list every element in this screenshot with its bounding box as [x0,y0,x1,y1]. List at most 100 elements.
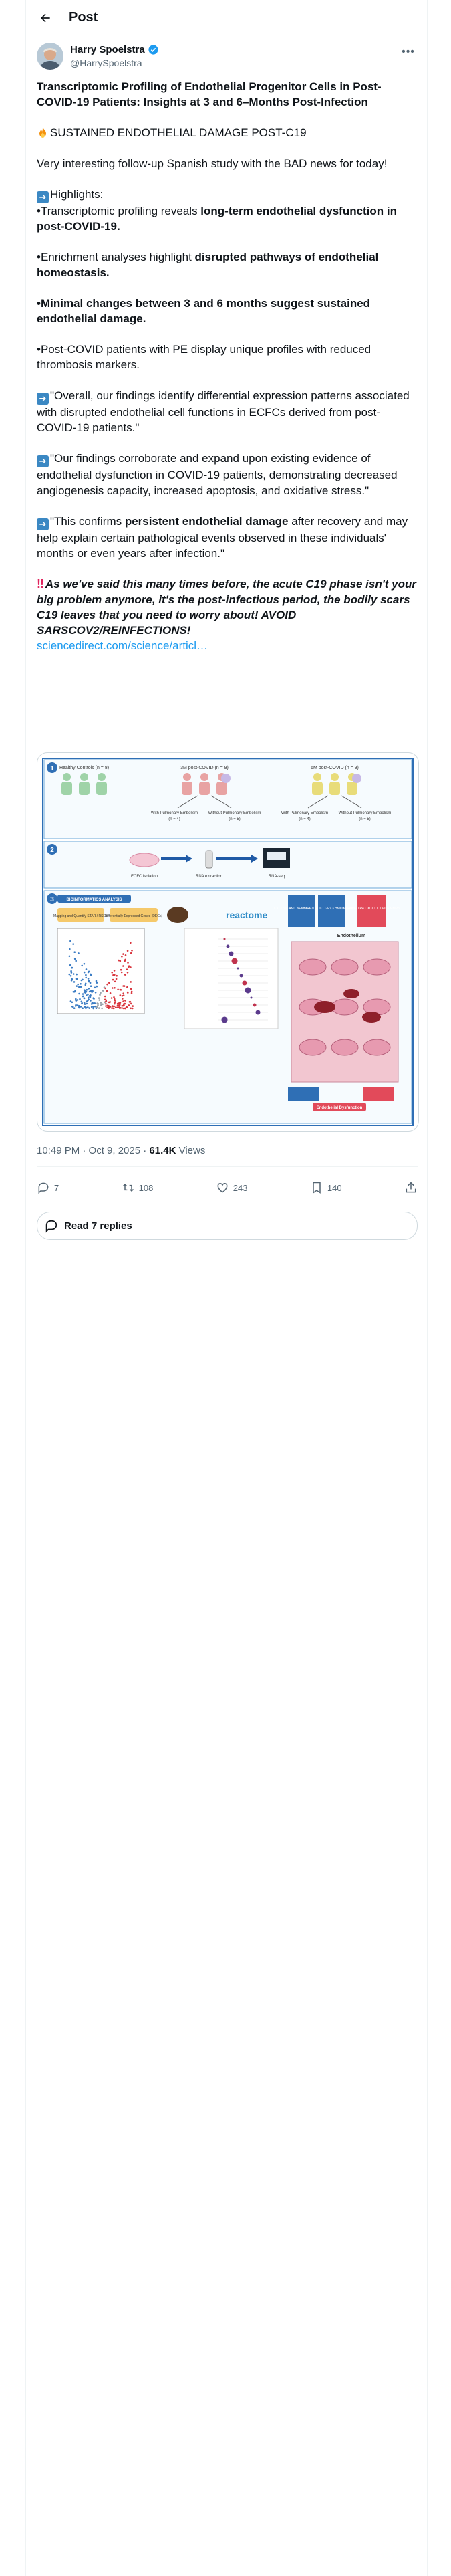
volcano-point [126,1006,128,1008]
volcano-point [83,997,86,1000]
verified-badge-icon [148,45,158,55]
endothelial-cell [363,958,391,976]
volcano-point [100,992,102,994]
volcano-point [100,1004,102,1006]
volcano-point [71,966,73,969]
volcano-point [124,958,126,961]
volcano-point [87,978,90,980]
dot-point [255,1010,261,1015]
repost-icon [122,1183,134,1192]
author-handle[interactable]: @HarrySpoelstra [70,58,142,68]
volcano-point [72,943,74,945]
read-replies-button[interactable]: Read 7 replies [37,1212,418,1240]
volcano-point [68,955,71,958]
gene-box-3: VCAM1 TLR4 CXCL1 IL1A IL6 MMP3 [343,907,400,911]
volcano-point [80,983,82,985]
volcano-point [88,970,90,973]
volcano-point [69,940,71,942]
person-head [80,773,88,781]
volcano-point [106,1006,108,1008]
volcano-point [87,993,89,996]
highlight-2: •Enrichment analyses highlight disrupted… [37,249,418,280]
volcano-point [77,983,79,986]
volcano-point [122,1000,124,1002]
like-button[interactable]: 243 [216,1181,248,1194]
volcano-point [114,980,116,983]
more-options-icon[interactable]: ••• [399,45,418,59]
tweet-tag-line: SUSTAINED ENDOTHELIAL DAMAGE POST-C19 [37,125,418,140]
volcano-point [112,987,114,989]
person-body [312,782,323,795]
volcano-point [76,973,78,976]
volcano-point [119,1004,121,1006]
volcano-point [122,1004,124,1007]
step-label: RNA-seq [269,875,285,879]
dot-point [242,980,247,986]
volcano-point [81,964,83,967]
author-name[interactable]: Harry Spoelstra [70,44,145,56]
volcano-point [93,998,95,1000]
endothelium-label: Endothelium [337,934,365,938]
arrow-right-emoji-icon: ➔ [37,393,49,405]
volcano-point [121,956,123,958]
volcano-point [82,995,84,998]
person-body [182,782,192,795]
volcano-point [124,1007,126,1010]
views-label: Views [176,1145,206,1156]
article-link[interactable]: sciencedirect.com/science/articl… [37,639,208,652]
volcano-point [120,989,122,991]
divider [37,1166,418,1167]
endothelial-cell [299,958,327,976]
volcano-point [82,993,84,995]
branch-count: (n = 4) [168,817,180,821]
volcano-point [109,1001,111,1003]
highlights-label: Highlights: [50,188,104,201]
warning-paragraph: ‼ As we've said this many times before, t… [37,576,418,653]
share-button[interactable] [404,1181,418,1194]
panel-3-number: 3 [50,896,54,903]
person-body [329,782,340,795]
tweet-timestamp[interactable]: 10:49 PM · Oct 9, 2025 · [37,1145,149,1156]
endothelium-illustration [299,958,391,1056]
highlights-block: ➔ Highlights: •Transcriptomic profiling r… [37,187,418,234]
volcano-point [88,995,91,997]
dot-point [223,938,226,940]
volcano-point [78,1006,80,1009]
person-head [98,773,106,781]
volcano-point [128,966,130,968]
red-blood-cell [314,1001,335,1013]
person-head [313,773,321,781]
volcano-point [94,1005,96,1008]
dot-point [250,996,253,999]
reply-button[interactable]: 7 [37,1181,59,1194]
volcano-point [82,1007,84,1009]
dot-point [229,951,234,956]
volcano-point [90,1000,92,1002]
figure-image[interactable]: 1 Healthy Controls (n = 8) 3M post-COVID… [37,752,419,1132]
volcano-point [88,988,90,990]
quote-2: ➔ "Our findings corroborate and expand up… [37,451,418,498]
volcano-point [126,991,129,994]
volcano-point [105,1005,107,1007]
bookmark-button[interactable]: 140 [310,1181,342,1194]
branch-count: (n = 5) [229,817,241,821]
back-button[interactable] [34,7,57,29]
volcano-point [89,982,92,984]
volcano-point [115,978,118,980]
author-name-row[interactable]: Harry Spoelstra [70,44,159,56]
volcano-point [113,1007,115,1010]
volcano-point [118,1002,120,1004]
volcano-point [75,998,77,1000]
step-label: RNA extraction [196,875,222,879]
volcano-point [118,1006,120,1008]
like-count: 243 [233,1182,248,1193]
repost-button[interactable]: 108 [122,1181,153,1194]
volcano-point [102,990,104,992]
volcano-point [117,988,119,991]
volcano-point [122,994,125,996]
volcano-point [87,1006,89,1008]
volcano-point [80,1006,82,1008]
volcano-point [98,997,100,999]
avatar[interactable] [37,43,63,70]
volcano-point [116,974,118,977]
